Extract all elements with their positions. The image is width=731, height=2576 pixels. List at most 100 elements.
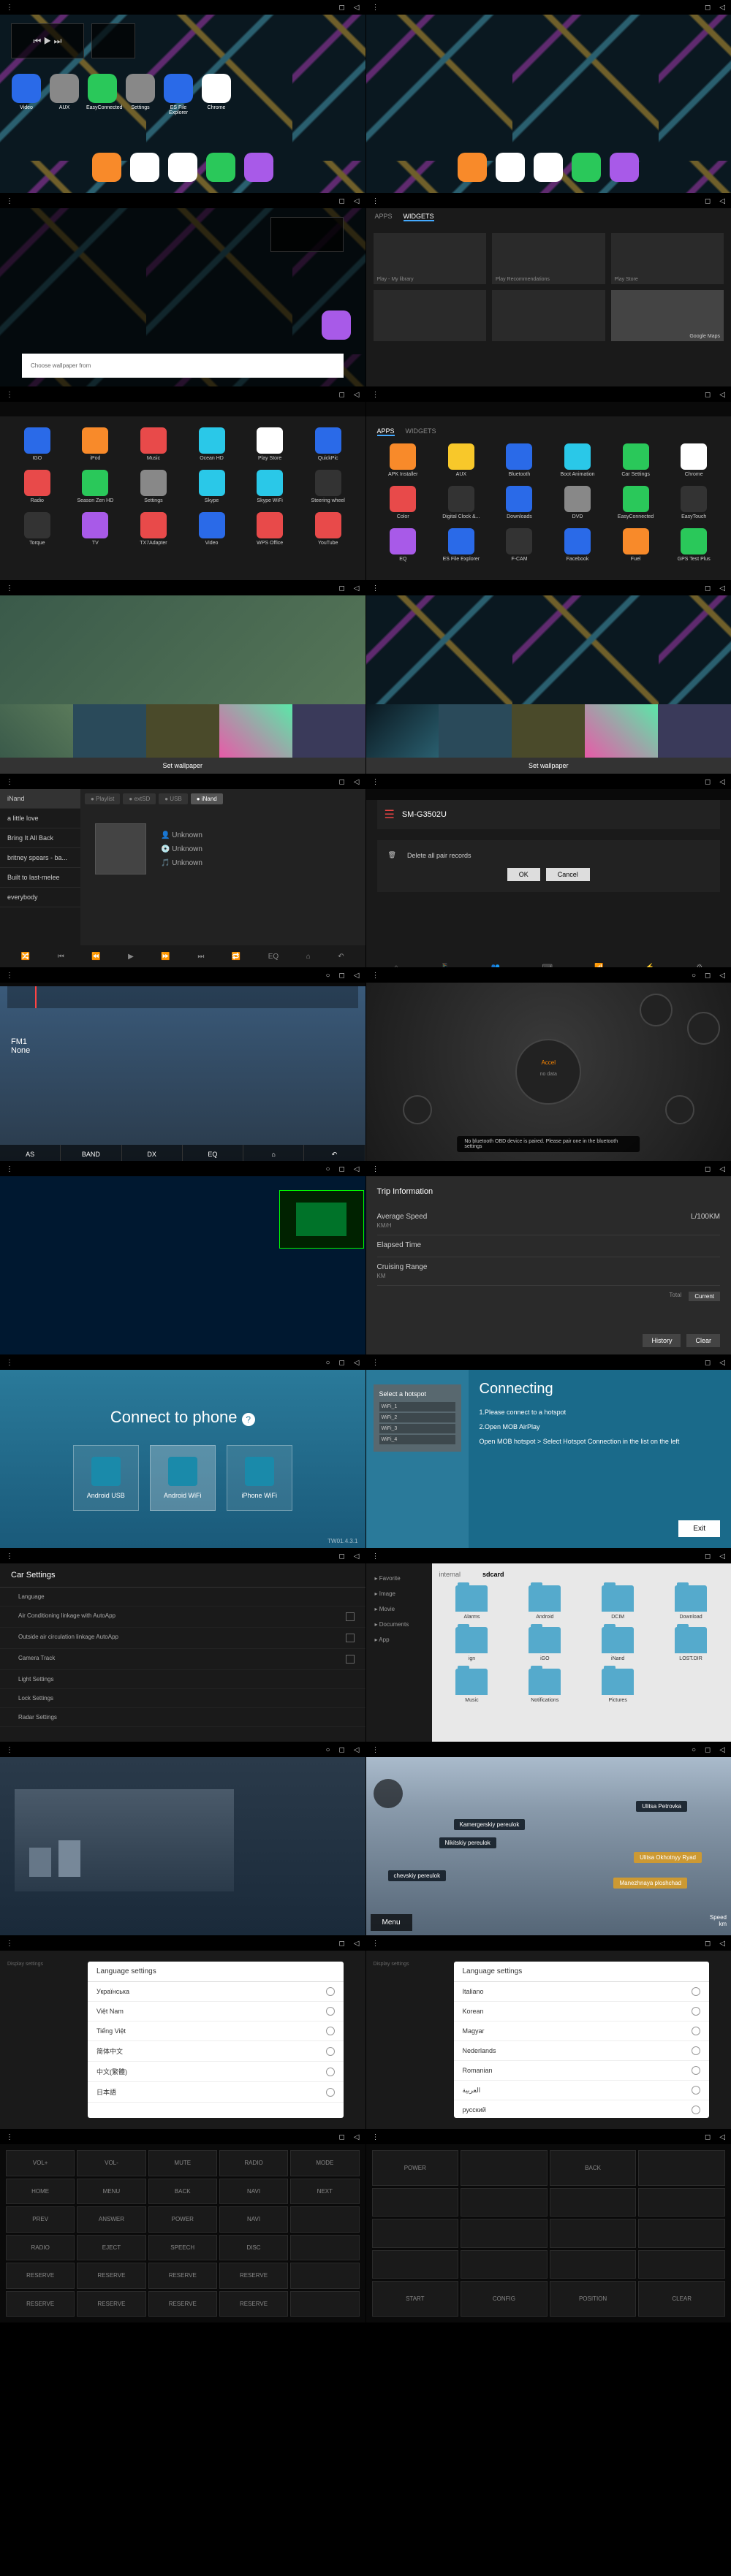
app-aux[interactable]: AUX bbox=[48, 74, 80, 115]
app-youtube[interactable]: YouTube bbox=[302, 512, 355, 546]
key-empty[interactable] bbox=[550, 2219, 637, 2248]
app-ocean-hd[interactable]: Ocean HD bbox=[186, 427, 238, 461]
home-icon[interactable]: ⌂ bbox=[306, 953, 311, 961]
key-empty[interactable] bbox=[550, 2250, 637, 2279]
app-settings[interactable]: Settings bbox=[127, 470, 180, 503]
repeat-icon[interactable]: 🔁 bbox=[232, 953, 240, 961]
bt-icon[interactable]: ⚡ bbox=[645, 964, 654, 968]
file-cat[interactable]: ▸ Favorite bbox=[366, 1571, 432, 1586]
wallpaper-thumb[interactable] bbox=[292, 704, 366, 758]
key-next[interactable]: NEXT bbox=[290, 2179, 359, 2205]
shuffle-icon[interactable]: 🔀 bbox=[21, 953, 30, 961]
folder-android[interactable]: Android bbox=[512, 1585, 577, 1620]
app-settings[interactable]: Settings bbox=[124, 74, 156, 115]
settings-item[interactable]: Light Settings bbox=[0, 1670, 366, 1689]
eq-button[interactable]: EQ bbox=[268, 953, 279, 961]
app-f-cam[interactable]: F-CAM bbox=[493, 528, 546, 562]
music-widget[interactable]: ⏮ ▶ ⏭ bbox=[11, 23, 84, 58]
settings-item[interactable]: Radar Settings bbox=[0, 1708, 366, 1727]
key-empty[interactable] bbox=[638, 2219, 725, 2248]
key-empty[interactable] bbox=[372, 2219, 459, 2248]
hotspot-item[interactable]: WiFi_4 bbox=[379, 1435, 455, 1444]
settings-icon[interactable]: ⚙ bbox=[696, 964, 702, 968]
file-cat[interactable]: ▸ App bbox=[366, 1632, 432, 1647]
track-item[interactable]: Built to last-melee bbox=[0, 868, 80, 888]
track-item[interactable]: britney spears - ba... bbox=[0, 848, 80, 868]
app-tv[interactable]: TV bbox=[69, 512, 122, 546]
gauge-small[interactable] bbox=[640, 994, 673, 1026]
key-navi[interactable]: NAVI bbox=[219, 2206, 288, 2233]
next-icon[interactable]: ⏭ bbox=[197, 953, 204, 961]
clear-button[interactable]: Clear bbox=[686, 1334, 720, 1347]
app-steering-wheel[interactable]: Steering wheel bbox=[302, 470, 355, 503]
app-quickpic[interactable]: QuickPic bbox=[302, 427, 355, 461]
app-easyconnected[interactable]: EasyConnected bbox=[86, 74, 118, 115]
folder-dcim[interactable]: DCIM bbox=[585, 1585, 651, 1620]
app-ipod[interactable]: iPod bbox=[69, 427, 122, 461]
app-dvd[interactable]: DVD bbox=[551, 486, 604, 519]
total-tab[interactable]: Total bbox=[669, 1292, 681, 1301]
connect-opt-android-wifi[interactable]: Android WiFi bbox=[150, 1445, 216, 1511]
folder-lost.dir[interactable]: LOST.DIR bbox=[658, 1627, 724, 1661]
file-cat[interactable]: ▸ Documents bbox=[366, 1617, 432, 1632]
folder-inand[interactable]: iNand bbox=[585, 1627, 651, 1661]
key-eject[interactable]: EJECT bbox=[77, 2235, 145, 2261]
dock-app[interactable] bbox=[570, 153, 602, 184]
key-empty[interactable] bbox=[372, 2250, 459, 2279]
tab-internal[interactable]: internal bbox=[439, 1571, 461, 1578]
key-empty[interactable] bbox=[290, 2263, 359, 2289]
compass-icon[interactable] bbox=[374, 1779, 403, 1808]
dock-app[interactable] bbox=[91, 153, 123, 184]
key-config[interactable]: CONFIG bbox=[461, 2281, 548, 2317]
key-position[interactable]: POSITION bbox=[550, 2281, 637, 2317]
rewind-icon[interactable]: ⏪ bbox=[91, 953, 100, 961]
cancel-button[interactable]: Cancel bbox=[546, 868, 590, 881]
app-es-file-explorer[interactable]: ES File Explorer bbox=[162, 74, 194, 115]
key-speech[interactable]: SPEECH bbox=[148, 2235, 217, 2261]
tab-apps[interactable]: APPS bbox=[375, 213, 393, 221]
app-play-store[interactable]: Play Store bbox=[243, 427, 296, 461]
key-vol-[interactable]: VOL- bbox=[77, 2150, 145, 2176]
lang-option[interactable]: 中文(繁體) bbox=[88, 2062, 344, 2082]
key-menu[interactable]: MENU bbox=[77, 2179, 145, 2205]
play-icon[interactable]: ▶ bbox=[128, 953, 134, 961]
settings-item[interactable]: Camera Track bbox=[0, 1649, 366, 1670]
app-gps-test-plus[interactable]: GPS Test Plus bbox=[667, 528, 720, 562]
settings-item[interactable]: Language bbox=[0, 1588, 366, 1607]
radio-btn-⌂[interactable]: ⌂ bbox=[243, 1145, 304, 1161]
key-power[interactable]: POWER bbox=[372, 2150, 459, 2186]
lang-option[interactable]: Việt Nam bbox=[88, 2002, 344, 2021]
widget-card[interactable]: Play Recommendations bbox=[492, 233, 605, 284]
signal-icon[interactable]: 📶 bbox=[594, 964, 603, 968]
folder-download[interactable]: Download bbox=[658, 1585, 724, 1620]
app-bluetooth[interactable]: Bluetooth bbox=[493, 443, 546, 477]
source-tab[interactable]: ● extSD bbox=[123, 793, 156, 804]
widget-card[interactable]: Google Maps bbox=[611, 290, 724, 341]
key-radio[interactable]: RADIO bbox=[219, 2150, 288, 2176]
lang-option[interactable]: 日本語 bbox=[88, 2082, 344, 2103]
lang-option[interactable]: 简体中文 bbox=[88, 2041, 344, 2062]
key-reserve[interactable]: RESERVE bbox=[6, 2291, 75, 2317]
accel-gauge[interactable]: Accel no data bbox=[515, 1039, 581, 1105]
tab-widgets[interactable]: WIDGETS bbox=[406, 427, 436, 436]
app-video[interactable]: Video bbox=[186, 512, 238, 546]
radio-btn-band[interactable]: BAND bbox=[61, 1145, 121, 1161]
connect-opt-android-usb[interactable]: Android USB bbox=[73, 1445, 139, 1511]
tab-widgets[interactable]: WIDGETS bbox=[404, 213, 434, 221]
sidebar-item[interactable]: Display settings bbox=[0, 1958, 84, 1970]
settings-item[interactable]: Air Conditioning linkage with AutoApp bbox=[0, 1607, 366, 1628]
ok-button[interactable]: OK bbox=[507, 868, 540, 881]
app-car-settings[interactable]: Car Settings bbox=[610, 443, 662, 477]
key-reserve[interactable]: RESERVE bbox=[77, 2291, 145, 2317]
widget-card[interactable] bbox=[492, 290, 605, 341]
file-cat[interactable]: ▸ Image bbox=[366, 1586, 432, 1601]
key-empty[interactable] bbox=[638, 2150, 725, 2186]
connect-opt-iphone-wifi[interactable]: iPhone WiFi bbox=[227, 1445, 292, 1511]
source-tab[interactable]: ● USB bbox=[159, 793, 188, 804]
gauge-small[interactable] bbox=[665, 1095, 694, 1124]
app-chrome[interactable]: Chrome bbox=[200, 74, 232, 115]
hotspot-item[interactable]: WiFi_1 bbox=[379, 1402, 455, 1411]
key-navi[interactable]: NAVI bbox=[219, 2179, 288, 2205]
home-icon[interactable]: ⌂ bbox=[394, 964, 398, 968]
tab-apps[interactable]: APPS bbox=[377, 427, 395, 436]
